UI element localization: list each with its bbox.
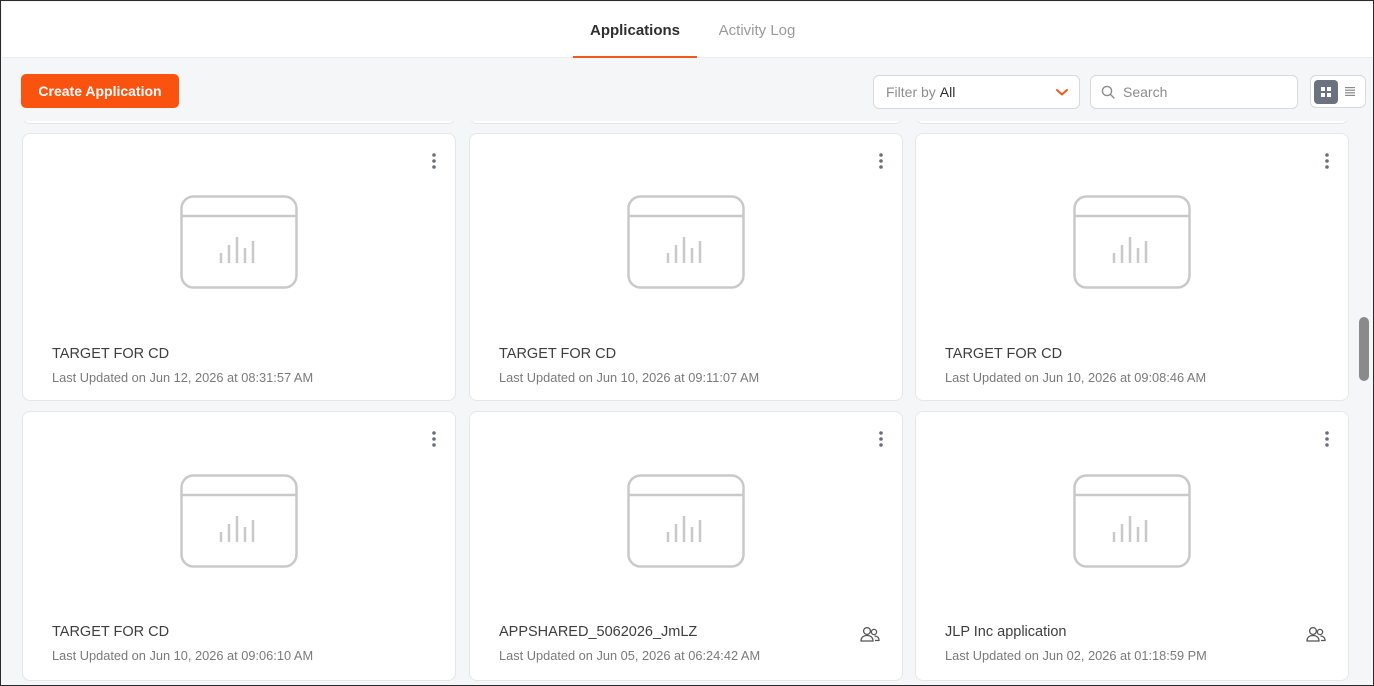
app-thumbnail-icon — [180, 474, 298, 568]
search-icon — [1101, 85, 1115, 99]
scrollbar-thumb[interactable] — [1359, 317, 1369, 381]
more-options-icon[interactable] — [874, 152, 888, 170]
application-card-partial[interactable] — [22, 121, 456, 124]
last-updated-text: Last Updated on Jun 02, 2026 at 01:18:59… — [945, 648, 1207, 663]
application-card-partial[interactable] — [915, 121, 1349, 124]
more-options-icon[interactable] — [427, 152, 441, 170]
application-title: TARGET FOR CD — [499, 346, 617, 362]
application-card-partial[interactable] — [469, 121, 903, 124]
view-toggle — [1310, 75, 1366, 108]
last-updated-text: Last Updated on Jun 10, 2026 at 09:08:46… — [945, 370, 1207, 385]
vertical-scrollbar[interactable] — [1358, 123, 1370, 685]
tab-activity-log[interactable]: Activity Log — [702, 2, 812, 58]
last-updated-text: Last Updated on Jun 10, 2026 at 09:06:10… — [52, 648, 314, 663]
filter-label: Filter by — [886, 84, 936, 100]
application-title: TARGET FOR CD — [52, 624, 170, 640]
filter-dropdown[interactable]: Filter by All — [873, 75, 1080, 109]
filter-value: All — [939, 84, 956, 100]
app-thumbnail-icon — [627, 474, 745, 568]
application-title: TARGET FOR CD — [945, 346, 1063, 362]
application-title: TARGET FOR CD — [52, 346, 170, 362]
list-view-icon — [1345, 87, 1355, 96]
last-updated-text: Last Updated on Jun 10, 2026 at 09:11:07… — [499, 370, 760, 385]
app-thumbnail-icon — [180, 195, 298, 289]
more-options-icon[interactable] — [1320, 430, 1334, 448]
application-card[interactable]: TARGET FOR CD Last Updated on Jun 12, 20… — [22, 133, 456, 401]
more-options-icon[interactable] — [427, 430, 441, 448]
app-thumbnail-icon — [1073, 195, 1191, 289]
application-card[interactable]: JLP Inc application Last Updated on Jun … — [915, 411, 1349, 681]
application-card[interactable]: APPSHARED_5062026_JmLZ Last Updated on J… — [469, 411, 903, 681]
application-title: APPSHARED_5062026_JmLZ — [499, 624, 698, 640]
application-card[interactable]: TARGET FOR CD Last Updated on Jun 10, 20… — [915, 133, 1349, 401]
application-title: JLP Inc application — [945, 624, 1067, 640]
last-updated-text: Last Updated on Jun 12, 2026 at 08:31:57… — [52, 370, 314, 385]
tab-applications[interactable]: Applications — [573, 2, 697, 58]
app-thumbnail-icon — [627, 195, 745, 289]
application-grid: TARGET FOR CD Last Updated on Jun 12, 20… — [2, 121, 1356, 685]
more-options-icon[interactable] — [874, 430, 888, 448]
app-thumbnail-icon — [1073, 474, 1191, 568]
create-application-button[interactable]: Create Application — [21, 74, 179, 108]
search-box[interactable] — [1090, 75, 1298, 109]
application-card[interactable]: TARGET FOR CD Last Updated on Jun 10, 20… — [22, 411, 456, 681]
app-frame: Applications Activity Log Create Applica… — [0, 0, 1374, 686]
application-card[interactable]: TARGET FOR CD Last Updated on Jun 10, 20… — [469, 133, 903, 401]
more-options-icon[interactable] — [1320, 152, 1334, 170]
shared-users-icon — [1306, 626, 1326, 642]
grid-view-icon — [1321, 86, 1331, 97]
chevron-down-icon — [1056, 89, 1068, 96]
list-view-button[interactable] — [1338, 80, 1362, 104]
search-input[interactable] — [1123, 84, 1283, 100]
grid-view-button[interactable] — [1314, 79, 1338, 104]
shared-users-icon — [860, 626, 880, 642]
tab-bar: Applications Activity Log — [2, 2, 1373, 58]
last-updated-text: Last Updated on Jun 05, 2026 at 06:24:42… — [499, 648, 761, 663]
